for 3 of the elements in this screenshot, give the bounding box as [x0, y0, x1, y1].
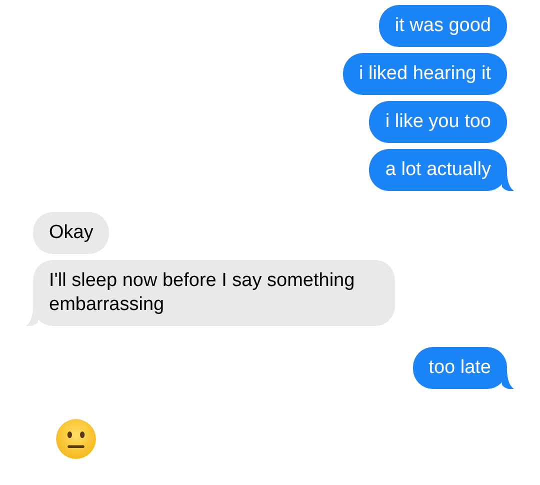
bubble-tail — [502, 171, 514, 191]
neutral-face-icon — [55, 418, 97, 460]
bubble-tail — [502, 369, 514, 389]
